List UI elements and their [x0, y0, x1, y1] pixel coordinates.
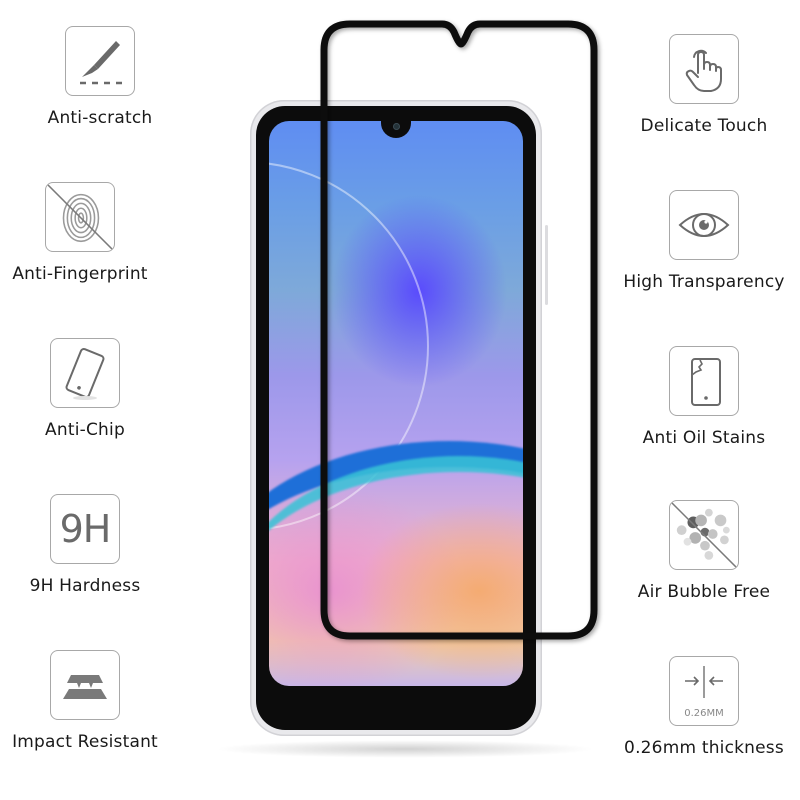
feature-thickness: 0.26MM 0.26mm thickness — [604, 656, 800, 758]
feature-label: Anti-Fingerprint — [12, 264, 148, 284]
feature-label: High Transparency — [623, 272, 785, 292]
feature-icon-box — [669, 346, 739, 416]
feature-air-bubble-free: Air Bubble Free — [604, 500, 800, 602]
feature-label: Impact Resistant — [12, 732, 158, 752]
feature-label: Anti Oil Stains — [642, 428, 766, 448]
screen-protector-outline — [320, 20, 598, 640]
feature-anti-oil-stains: Anti Oil Stains — [604, 346, 800, 448]
phone-shadow — [215, 740, 595, 758]
feature-label: Air Bubble Free — [637, 582, 771, 602]
feature-anti-fingerprint: Anti-Fingerprint — [0, 182, 180, 284]
screen-protector — [320, 20, 598, 640]
feature-9h-hardness: 9H 9H Hardness — [0, 494, 185, 596]
feature-icon-box: 0.26MM — [669, 656, 739, 726]
feature-icon-box — [50, 650, 120, 720]
feature-label: Anti-Chip — [45, 420, 125, 440]
feature-anti-chip: Anti-Chip — [0, 338, 185, 440]
9h-icon: 9H — [59, 507, 112, 551]
feature-icon-box — [45, 182, 115, 252]
feature-icon-box — [669, 190, 739, 260]
feature-anti-scratch: Anti-scratch — [0, 26, 200, 128]
eye-icon — [678, 213, 730, 237]
feature-high-transparency: High Transparency — [604, 190, 800, 292]
feature-icon-box — [669, 500, 739, 570]
feature-delicate-touch: Delicate Touch — [604, 34, 800, 136]
scalpel-icon — [80, 41, 122, 85]
feature-icon-box — [669, 34, 739, 104]
bubbles-crossed-icon — [671, 502, 737, 568]
thickness-icon-text: 0.26MM — [684, 708, 724, 719]
feature-icon-box — [50, 338, 120, 408]
cracked-phone-icon — [691, 358, 721, 406]
touch-hand-icon — [685, 49, 722, 92]
feature-label: 0.26mm thickness — [624, 738, 784, 758]
feature-impact-resistant: Impact Resistant — [0, 650, 185, 752]
feature-label: 9H Hardness — [29, 576, 141, 596]
tilted-phone-icon — [65, 348, 105, 400]
feature-label: Anti-scratch — [47, 108, 153, 128]
feature-icon-box: 9H — [50, 494, 120, 564]
layered-plates-icon — [63, 675, 107, 699]
fingerprint-crossed-icon — [47, 184, 113, 250]
feature-icon-box — [65, 26, 135, 96]
feature-label: Delicate Touch — [640, 116, 768, 136]
